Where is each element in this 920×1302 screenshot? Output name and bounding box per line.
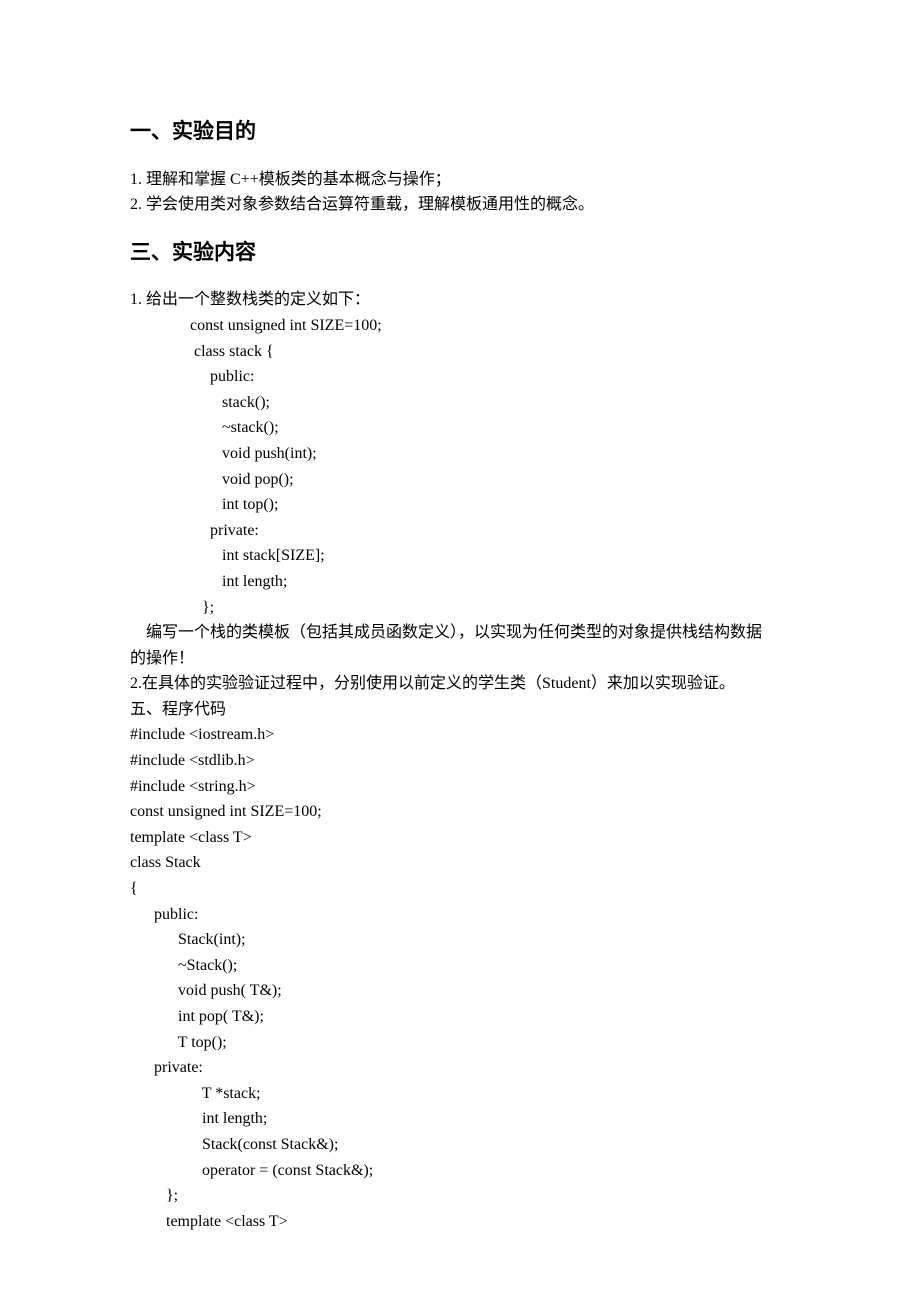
section-spacer — [130, 218, 800, 236]
content-line: #include <string.h> — [130, 774, 800, 800]
content-line: }; — [130, 1183, 800, 1209]
document-page: 一、实验目的 1. 理解和掌握 C++模板类的基本概念与操作； 2. 学会使用类… — [0, 0, 920, 1302]
content-line: T *stack; — [130, 1081, 800, 1107]
content-line: template <class T> — [130, 1209, 800, 1235]
content-line: #include <stdlib.h> — [130, 748, 800, 774]
heading-experiment-purpose: 一、实验目的 — [130, 115, 800, 149]
content-line: 2.在具体的实验验证过程中，分别使用以前定义的学生类（Student）来加以实现… — [130, 671, 800, 697]
content-line: ~stack(); — [130, 415, 800, 441]
content-line: int pop( T&); — [130, 1004, 800, 1030]
content-line: 1. 给出一个整数栈类的定义如下： — [130, 287, 800, 313]
content-line: private: — [130, 518, 800, 544]
content-line: int length; — [130, 1106, 800, 1132]
content-line: public: — [130, 902, 800, 928]
content-line: int length; — [130, 569, 800, 595]
content-line: void pop(); — [130, 467, 800, 493]
content-line: private: — [130, 1055, 800, 1081]
content-line: int stack[SIZE]; — [130, 543, 800, 569]
content-line: void push( T&); — [130, 978, 800, 1004]
content-line: { — [130, 876, 800, 902]
heading-experiment-content: 三、实验内容 — [130, 236, 800, 270]
content-line: operator = (const Stack&); — [130, 1158, 800, 1184]
content-body: 1. 给出一个整数栈类的定义如下： const unsigned int SIZ… — [130, 287, 800, 1234]
content-line: const unsigned int SIZE=100; — [130, 313, 800, 339]
content-line: class Stack — [130, 850, 800, 876]
content-line: 编写一个栈的类模板（包括其成员函数定义），以实现为任何类型的对象提供栈结构数据 — [130, 620, 800, 646]
content-line: public: — [130, 364, 800, 390]
content-line: 五、程序代码 — [130, 697, 800, 723]
content-line: void push(int); — [130, 441, 800, 467]
content-line: int top(); — [130, 492, 800, 518]
content-line: stack(); — [130, 390, 800, 416]
content-line: #include <iostream.h> — [130, 722, 800, 748]
content-line: ~Stack(); — [130, 953, 800, 979]
objective-item: 2. 学会使用类对象参数结合运算符重载，理解模板通用性的概念。 — [130, 192, 800, 218]
content-line: Stack(const Stack&); — [130, 1132, 800, 1158]
objective-item: 1. 理解和掌握 C++模板类的基本概念与操作； — [130, 167, 800, 193]
content-line: template <class T> — [130, 825, 800, 851]
content-line: T top(); — [130, 1030, 800, 1056]
content-line: 的操作！ — [130, 646, 800, 672]
content-line: const unsigned int SIZE=100; — [130, 799, 800, 825]
content-line: Stack(int); — [130, 927, 800, 953]
content-line: class stack { — [130, 339, 800, 365]
content-line: }; — [130, 595, 800, 621]
